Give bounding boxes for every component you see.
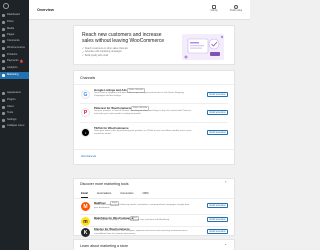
finish-setup-button[interactable]: Finish setup xyxy=(229,3,243,12)
install-extension-button[interactable]: Install extension xyxy=(207,110,228,115)
channel-description: Get in front of shoppers and drive traff… xyxy=(94,92,184,97)
brush-icon xyxy=(2,92,5,95)
divider xyxy=(80,214,228,215)
sidebar-item-appearance[interactable]: Appearance xyxy=(0,90,29,97)
user-icon xyxy=(2,106,5,109)
box-icon xyxy=(2,54,5,57)
intro-card: Reach new customers and increase sales w… xyxy=(73,25,235,65)
tool-description: Grow and retain customers with intellige… xyxy=(94,230,188,235)
collapse-icon xyxy=(2,125,5,128)
tool-description: Send targeted campaigns, recover abandon… xyxy=(94,219,170,221)
add-channels-link[interactable]: Add channels xyxy=(81,155,96,158)
sidebar-item-dashboard[interactable]: Dashboard xyxy=(0,12,29,19)
megaphone-icon xyxy=(2,74,5,77)
mailchimp-logo-icon: m xyxy=(81,217,90,226)
mailpoet-logo-icon: M xyxy=(81,202,90,211)
comment-icon xyxy=(2,40,5,43)
divider xyxy=(74,198,234,199)
chart-icon xyxy=(2,67,5,70)
sidebar-item-posts[interactable]: Posts xyxy=(0,19,29,26)
wordpress-logo-icon[interactable] xyxy=(3,3,9,9)
discover-title: Discover more marketing tools xyxy=(80,182,129,186)
sidebar-item-analytics[interactable]: Analytics xyxy=(0,65,29,72)
install-extension-button[interactable]: Install extension xyxy=(207,203,228,208)
klaviyo-logo-icon: K xyxy=(81,228,90,237)
notification-badge: 1 xyxy=(19,60,23,63)
sidebar-item-woocommerce[interactable]: WooCommerce xyxy=(0,45,29,52)
channels-card: Channels G Google Listings and Ads Sales… xyxy=(73,70,235,165)
payment-icon xyxy=(2,60,5,63)
chevron-down-icon[interactable]: ⌄ xyxy=(224,242,227,246)
install-extension-button[interactable]: Install extension xyxy=(207,217,228,222)
inbox-icon xyxy=(212,5,216,9)
page-title: Overview xyxy=(37,8,54,12)
discover-tools-card: Discover more marketing tools ⌃ Email Au… xyxy=(73,178,235,237)
dashboard-icon xyxy=(2,14,5,17)
divider xyxy=(74,149,234,150)
intro-benefits-list: ✓ Reach customers on other sales channels… xyxy=(82,47,128,58)
tool-description: Create and send purchase follow-up email… xyxy=(94,204,190,209)
tiktok-logo-icon: ♪ xyxy=(81,128,90,137)
chevron-up-icon[interactable]: ⌃ xyxy=(224,181,227,185)
divider xyxy=(74,84,234,85)
admin-sidebar: Dashboard Posts Media Pages Comments Woo… xyxy=(0,0,29,250)
sidebar-item-marketing[interactable]: Marketing xyxy=(0,72,29,79)
sidebar-item-payments[interactable]: Payments 1 xyxy=(0,58,29,65)
divider xyxy=(80,103,228,104)
page-icon xyxy=(2,34,5,37)
intro-title: Reach new customers and increase sales w… xyxy=(82,32,165,44)
wrench-icon xyxy=(2,112,5,115)
media-icon xyxy=(2,28,5,31)
learn-marketing-card: Learn about marketing a store ⌄ xyxy=(73,239,235,250)
channel-description: Grow your online sales by promoting your… xyxy=(94,130,192,135)
activity-button[interactable]: Activity xyxy=(207,3,221,12)
install-extension-button[interactable]: Install extension xyxy=(207,92,228,97)
learn-title: Learn about marketing a store xyxy=(80,244,128,248)
sidebar-item-tools[interactable]: Tools xyxy=(0,110,29,117)
list-item: ✓ Build loyalty with email xyxy=(82,54,109,58)
collapse-menu-button[interactable]: Collapse menu xyxy=(0,123,29,130)
progress-icon xyxy=(234,5,238,9)
marketing-illustration-icon xyxy=(182,34,224,60)
plugin-icon xyxy=(2,99,5,102)
install-extension-button[interactable]: Install extension xyxy=(207,229,228,234)
page-header: Overview Activity Finish setup xyxy=(29,0,250,20)
pinterest-logo-icon: P xyxy=(81,108,90,117)
install-extension-button[interactable]: Install extension xyxy=(207,130,228,135)
channels-title: Channels xyxy=(80,76,96,80)
woocommerce-icon xyxy=(2,47,5,50)
sidebar-item-plugins[interactable]: Plugins xyxy=(0,97,29,104)
channel-description: Get your products in front of Pinners se… xyxy=(94,110,192,115)
settings-icon xyxy=(2,119,5,122)
divider xyxy=(80,122,228,123)
pin-icon xyxy=(2,21,5,24)
google-logo-icon: G xyxy=(81,90,90,99)
sidebar-item-comments[interactable]: Comments xyxy=(0,38,29,45)
